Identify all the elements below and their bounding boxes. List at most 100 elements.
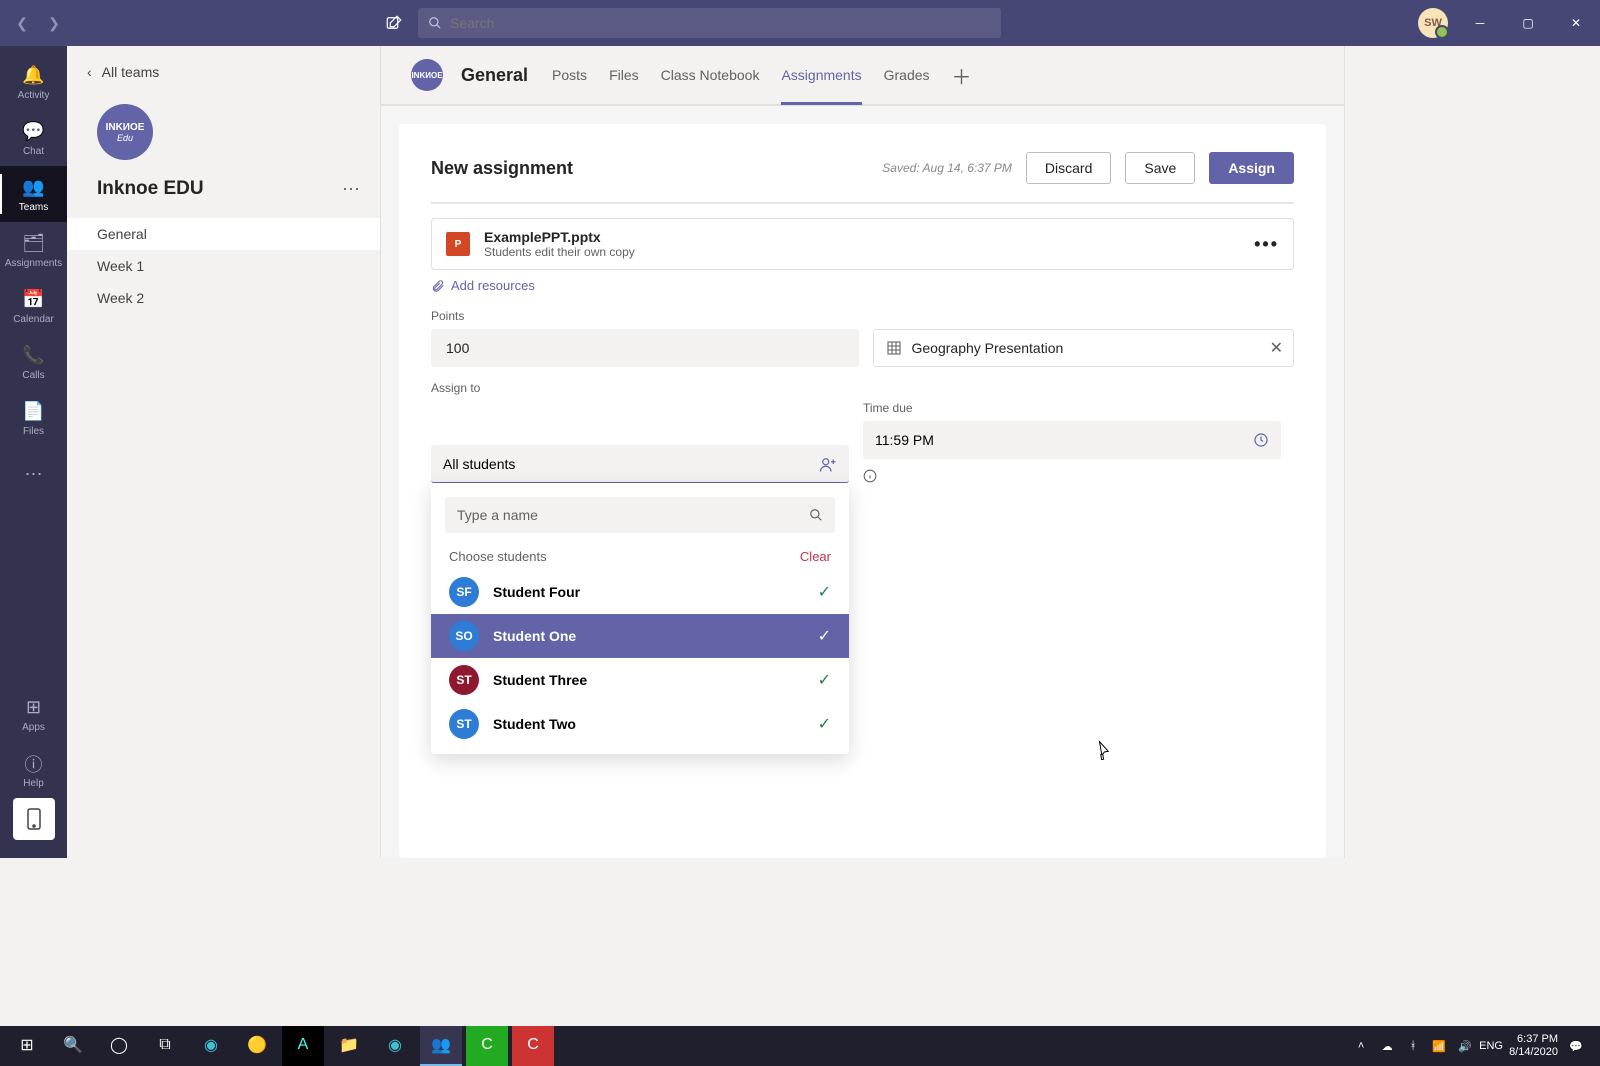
tray-notifications-icon[interactable]: 💬 — [1568, 1038, 1584, 1054]
tab-class-notebook[interactable]: Class Notebook — [661, 45, 760, 105]
student-picker-popup: Type a name Choose students Clear SF Stu… — [431, 483, 849, 754]
taskbar-chrome[interactable]: 🟡 — [236, 1026, 278, 1066]
student-row[interactable]: ST Student Two ✓ — [431, 702, 849, 746]
points-input[interactable]: 100 — [431, 329, 859, 367]
tray-language-icon[interactable]: ENG — [1483, 1038, 1499, 1054]
discard-button[interactable]: Discard — [1026, 152, 1111, 184]
taskbar-app-a[interactable]: A — [282, 1026, 324, 1066]
user-avatar[interactable]: SW — [1418, 8, 1448, 38]
right-pane — [1344, 46, 1600, 858]
back-all-teams[interactable]: ‹ All teams — [67, 64, 380, 96]
attachment-row[interactable]: P ExamplePPT.pptx Students edit their ow… — [431, 218, 1294, 270]
save-button[interactable]: Save — [1125, 152, 1195, 184]
nav-arrows: ❮ ❯ — [8, 9, 68, 37]
attachment-more-button[interactable]: ••• — [1254, 234, 1279, 255]
time-due-input[interactable]: 11:59 PM — [863, 421, 1281, 459]
rubric-chip[interactable]: Geography Presentation ✕ — [873, 329, 1295, 367]
rail-label: Calendar — [13, 314, 54, 325]
rubric-name: Geography Presentation — [912, 340, 1064, 356]
search-bar[interactable] — [418, 8, 1001, 38]
add-resources-button[interactable]: Add resources — [431, 278, 1294, 293]
assign-to-dropdown[interactable]: All students — [431, 445, 849, 483]
taskbar-explorer[interactable]: 📁 — [328, 1026, 370, 1066]
info-row — [863, 469, 1281, 483]
tray-bluetooth-icon[interactable]: ᚼ — [1405, 1038, 1421, 1054]
nav-back-button[interactable]: ❮ — [8, 9, 36, 37]
team-logo-text1: INKИOE — [106, 122, 145, 133]
tab-posts[interactable]: Posts — [552, 45, 587, 105]
assignments-icon: 🗂 — [22, 232, 46, 256]
tray-chevron-icon[interactable]: ˄ — [1353, 1038, 1369, 1054]
rail-label: Apps — [22, 722, 45, 733]
rail-chat[interactable]: 💬Chat — [0, 110, 67, 166]
clear-button[interactable]: Clear — [800, 549, 831, 564]
compose-button[interactable] — [378, 7, 410, 39]
rubric-remove-button[interactable]: ✕ — [1270, 338, 1283, 358]
rail-more[interactable]: ⋯ — [0, 446, 67, 502]
channel-week2[interactable]: Week 2 — [67, 282, 380, 314]
team-logo[interactable]: INKИOE Edu — [97, 104, 153, 160]
rail-calls[interactable]: 📞Calls — [0, 334, 67, 390]
check-icon: ✓ — [818, 714, 831, 734]
paperclip-icon — [431, 279, 445, 293]
taskbar-search[interactable]: 🔍 — [52, 1026, 94, 1066]
rail-mobile-button[interactable] — [13, 798, 55, 840]
taskbar-edge2[interactable]: ◉ — [374, 1026, 416, 1066]
saved-timestamp: Saved: Aug 14, 6:37 PM — [882, 161, 1012, 175]
taskbar-taskview[interactable]: ⧉ — [144, 1026, 186, 1066]
tray-onedrive-icon[interactable]: ☁ — [1379, 1038, 1395, 1054]
student-row[interactable]: SF Student Four ✓ — [431, 570, 849, 614]
student-avatar: SO — [449, 621, 479, 651]
start-button[interactable]: ⊞ — [6, 1026, 48, 1066]
rail-files[interactable]: 📄Files — [0, 390, 67, 446]
nav-forward-button[interactable]: ❯ — [40, 9, 68, 37]
close-button[interactable]: ✕ — [1560, 7, 1592, 39]
rail-assignments[interactable]: 🗂Assignments — [0, 222, 67, 278]
rail-apps[interactable]: ⊞Apps — [0, 686, 67, 742]
student-avatar: ST — [449, 665, 479, 695]
taskbar-date: 8/14/2020 — [1509, 1046, 1558, 1059]
channel-header: INKИOE General Posts Files Class Noteboo… — [381, 46, 1344, 106]
help-icon: ⓘ — [22, 752, 46, 776]
app-rail: 🔔Activity 💬Chat 👥Teams 🗂Assignments 📅Cal… — [0, 46, 67, 858]
tab-grades[interactable]: Grades — [884, 45, 930, 105]
taskbar-app-c1[interactable]: C — [466, 1026, 508, 1066]
cursor-icon — [1093, 738, 1115, 763]
student-row[interactable]: ST Student Three ✓ — [431, 658, 849, 702]
team-sidebar: ‹ All teams INKИOE Edu Inknoe EDU ⋯ Gene… — [67, 46, 381, 858]
assign-to-label: Assign to — [431, 381, 1294, 395]
assignment-actions: Saved: Aug 14, 6:37 PM Discard Save Assi… — [882, 152, 1294, 184]
rail-calendar[interactable]: 📅Calendar — [0, 278, 67, 334]
people-add-icon[interactable] — [819, 456, 837, 472]
taskbar-app-c2[interactable]: C — [512, 1026, 554, 1066]
add-tab-button[interactable]: ＋ — [952, 61, 972, 90]
time-due-value: 11:59 PM — [875, 432, 934, 448]
channel-week1[interactable]: Week 1 — [67, 250, 380, 282]
student-search[interactable]: Type a name — [445, 497, 835, 533]
tab-assignments[interactable]: Assignments — [781, 45, 861, 105]
taskbar-edge[interactable]: ◉ — [190, 1026, 232, 1066]
taskbar-clock[interactable]: 6:37 PM 8/14/2020 — [1509, 1033, 1558, 1059]
tray-wifi-icon[interactable]: 📶 — [1431, 1038, 1447, 1054]
minimize-button[interactable]: ─ — [1464, 7, 1496, 39]
add-resources-label: Add resources — [451, 278, 535, 293]
tab-files[interactable]: Files — [609, 45, 639, 105]
tray-volume-icon[interactable]: 🔊 — [1457, 1038, 1473, 1054]
rail-activity[interactable]: 🔔Activity — [0, 54, 67, 110]
team-more-button[interactable]: ⋯ — [342, 179, 360, 200]
search-input[interactable] — [450, 15, 991, 31]
rail-help[interactable]: ⓘHelp — [0, 742, 67, 798]
channel-logo: INKИOE — [411, 59, 443, 91]
chevron-left-icon: ‹ — [87, 64, 92, 80]
channel-general[interactable]: General — [67, 218, 380, 250]
assign-button[interactable]: Assign — [1209, 152, 1294, 184]
maximize-button[interactable]: ▢ — [1512, 7, 1544, 39]
teams-icon: 👥 — [22, 176, 46, 200]
channel-title: General — [461, 65, 528, 86]
student-row[interactable]: SO Student One ✓ — [431, 614, 849, 658]
taskbar-cortana[interactable]: ◯ — [98, 1026, 140, 1066]
rail-label: Calls — [22, 370, 44, 381]
taskbar-teams[interactable]: 👥 — [420, 1026, 462, 1066]
student-avatar: ST — [449, 709, 479, 739]
rail-teams[interactable]: 👥Teams — [0, 166, 67, 222]
